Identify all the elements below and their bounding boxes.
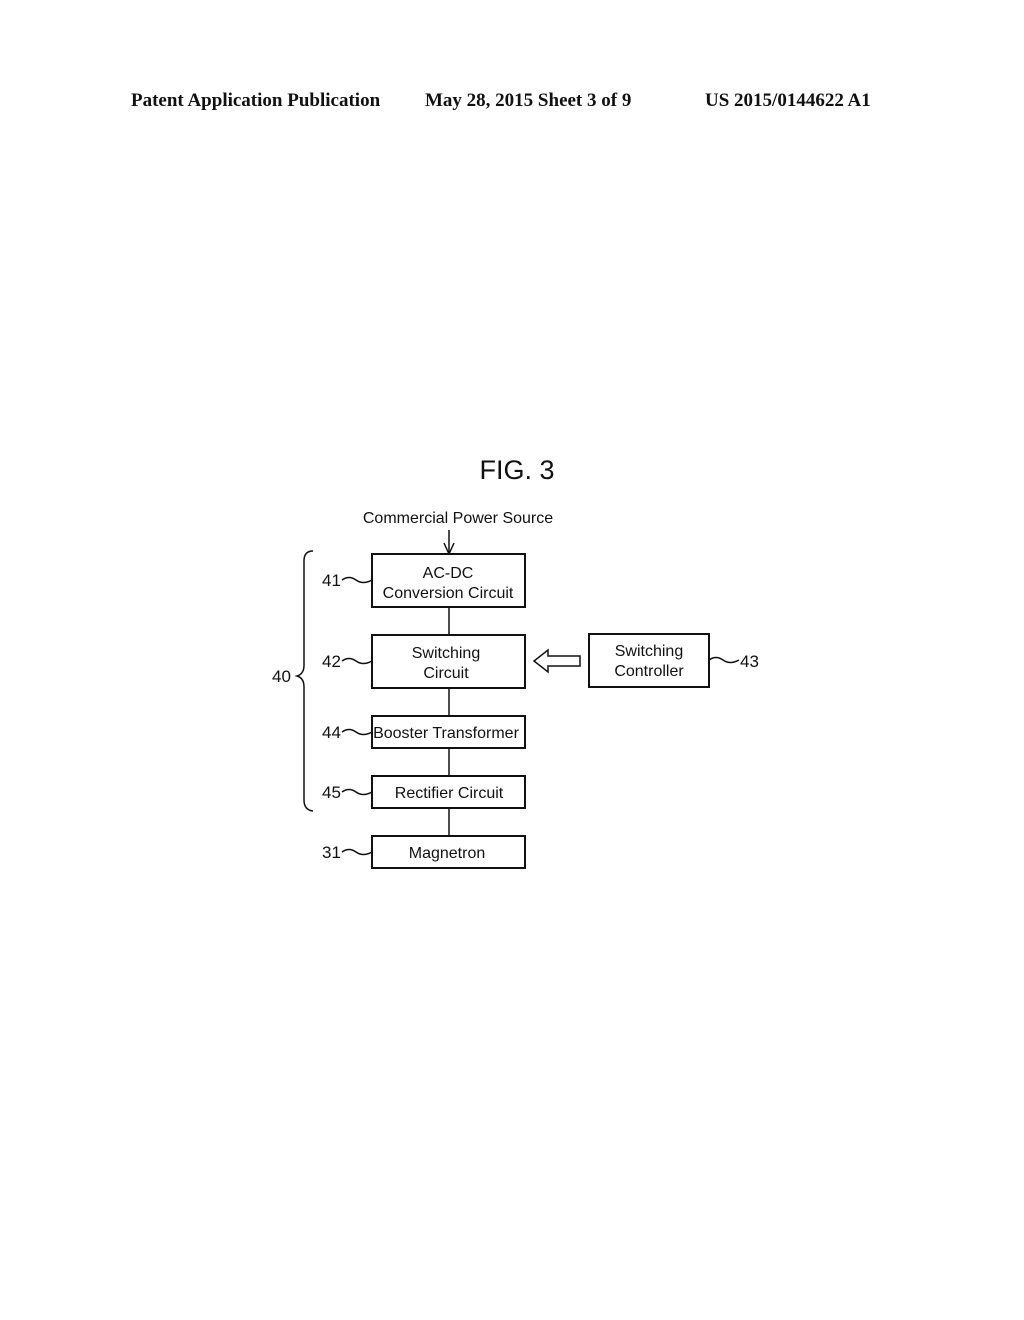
figure-title: FIG. 3 <box>479 455 554 485</box>
ref-31: 31 <box>322 843 373 862</box>
block-switching-circuit: Switching Circuit <box>371 634 526 689</box>
group-brace-40: 40 <box>272 550 314 812</box>
ref-43: 43 <box>708 652 759 671</box>
block-booster-transformer: Booster Transformer <box>371 715 526 749</box>
svg-text:44: 44 <box>322 723 341 742</box>
block-switching-controller: Switching Controller <box>588 633 710 688</box>
svg-text:41: 41 <box>322 571 341 590</box>
svg-text:Rectifier Circuit: Rectifier Circuit <box>395 785 504 802</box>
svg-text:43: 43 <box>740 652 759 671</box>
control-arrow-icon <box>532 648 581 674</box>
ref-44: 44 <box>322 723 373 742</box>
svg-text:45: 45 <box>322 783 341 802</box>
svg-text:Switching: Switching <box>412 645 480 662</box>
svg-text:40: 40 <box>272 667 291 686</box>
svg-text:AC-DC: AC-DC <box>423 565 474 582</box>
block-rectifier-circuit: Rectifier Circuit <box>371 775 526 809</box>
svg-text:Booster Transformer: Booster Transformer <box>373 725 520 742</box>
svg-text:Magnetron: Magnetron <box>409 845 486 862</box>
block-ac-dc-conversion-circuit: AC-DC Conversion Circuit <box>371 553 526 608</box>
svg-text:Conversion Circuit: Conversion Circuit <box>383 585 514 602</box>
ref-41: 41 <box>322 571 373 590</box>
ref-45: 45 <box>322 783 373 802</box>
svg-text:42: 42 <box>322 652 341 671</box>
block-magnetron: Magnetron <box>371 835 526 869</box>
svg-text:Circuit: Circuit <box>423 665 469 682</box>
input-arrow-icon <box>443 530 455 556</box>
svg-text:31: 31 <box>322 843 341 862</box>
input-label: Commercial Power Source <box>363 510 553 527</box>
block-diagram: FIG. 3 Commercial Power Source AC-DC Con… <box>272 455 759 869</box>
ref-42: 42 <box>322 652 373 671</box>
svg-text:Switching: Switching <box>615 643 683 660</box>
svg-text:Controller: Controller <box>614 663 684 680</box>
